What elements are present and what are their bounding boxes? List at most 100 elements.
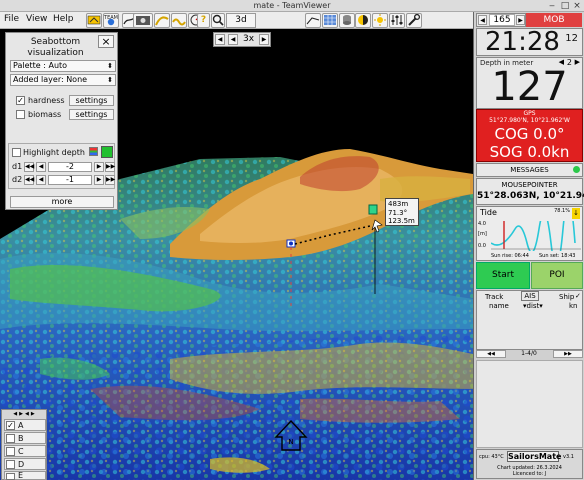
tide-percent: 78.1% [554, 208, 570, 214]
route-line-icon[interactable] [305, 13, 321, 28]
hardness-settings-button[interactable]: settings [69, 95, 114, 106]
depth-box: Depth in meter ◀ 2 ▶ 127 [476, 57, 583, 110]
brightness-icon[interactable] [372, 13, 388, 28]
highlight-depth-label: Highlight depth [23, 148, 85, 157]
layer-checkbox[interactable] [6, 473, 15, 480]
layer-checkbox[interactable] [6, 460, 15, 469]
waves-icon[interactable] [171, 13, 187, 28]
help-icon[interactable]: ? [197, 13, 210, 28]
page-next-button[interactable]: ▶ [516, 15, 525, 25]
database-icon[interactable] [339, 13, 355, 28]
d1-fast-increment-button[interactable]: ▶▶ [105, 162, 115, 172]
day-night-icon[interactable] [355, 13, 371, 28]
layer-checkbox[interactable] [6, 447, 15, 456]
d1-increment-button[interactable]: ▶ [94, 162, 104, 172]
clock-time: 21:28 [485, 27, 560, 57]
d2-label: d2 [12, 175, 23, 184]
more-button[interactable]: more [10, 196, 114, 208]
clock-box: 21:28 12 [476, 27, 583, 57]
page-number[interactable]: 165 [489, 14, 515, 26]
ais-box: Track AIS Ship ✓ name ▾dist▾ kn [476, 290, 583, 350]
ais-prev-button[interactable]: ◀◀ [476, 350, 506, 358]
messages-box[interactable]: MESSAGES [476, 163, 583, 177]
mob-button[interactable]: MOB [526, 13, 582, 27]
mousepointer-label: MOUSEPOINTER [501, 181, 558, 189]
d2-increment-button[interactable]: ▶ [94, 175, 104, 185]
menu-help[interactable]: Help [53, 14, 74, 24]
instrument-panel: ◀ 165 ▶ 21:28 12 Depth in meter ◀ 2 ▶ 12… [473, 12, 584, 480]
zoom-in-button[interactable]: ▶ [259, 34, 269, 45]
col-name[interactable]: name [489, 302, 509, 310]
highlight-depth-checkbox[interactable] [12, 148, 21, 157]
menu-view[interactable]: View [26, 14, 47, 24]
chevron-updown-icon: ⬍ [107, 76, 113, 84]
zoom-prev-button[interactable]: ◀ [215, 34, 225, 45]
biomass-checkbox[interactable] [16, 110, 25, 119]
layer-row[interactable]: ✓ A [4, 419, 46, 431]
sliders-icon[interactable] [389, 13, 405, 28]
poi-button[interactable]: POI [531, 262, 583, 289]
gps-box: GPS 51°27.980'N, 10°21.962'W COG 0.0° SO… [476, 109, 583, 162]
col-ship[interactable]: Ship [559, 293, 574, 301]
status-led-icon [573, 166, 580, 173]
checkmark-icon: ✓ [575, 292, 581, 300]
grid-icon[interactable] [322, 13, 338, 28]
added-layer-value: Added layer: None [13, 75, 88, 84]
added-layer-select[interactable]: Added layer: None ⬍ [10, 74, 116, 86]
team-icon[interactable]: TEAM [103, 13, 119, 28]
ais-button[interactable]: AIS [521, 291, 539, 301]
d1-decrement-button[interactable]: ◀ [36, 162, 46, 172]
ais-pager-label: 1-4/0 [521, 350, 537, 357]
page-prev-button[interactable]: ◀ [478, 15, 487, 25]
minimize-icon[interactable]: ‒ [547, 1, 557, 11]
hardness-checkbox[interactable]: ✓ [16, 96, 25, 105]
d1-fast-decrement-button[interactable]: ◀◀ [24, 162, 34, 172]
hardness-label: hardness [28, 96, 65, 105]
d1-value[interactable]: -2 [48, 162, 92, 172]
view-3d-button[interactable]: 3d [226, 13, 256, 28]
close-icon[interactable]: × [98, 35, 114, 48]
biomass-settings-button[interactable]: settings [69, 109, 114, 120]
palette-icon[interactable] [89, 147, 98, 156]
curve-icon[interactable] [154, 13, 170, 28]
distance-tooltip: 483m 71.3° 123.5m [385, 198, 419, 226]
clock-day: 12 [565, 33, 578, 44]
col-track[interactable]: Track [485, 293, 503, 301]
d2-decrement-button[interactable]: ◀ [36, 175, 46, 185]
layer-row[interactable]: C [4, 445, 46, 457]
layer-list-scroll[interactable]: ◀▶◀▶ [4, 411, 46, 418]
highlight-color-swatch[interactable] [101, 146, 113, 158]
team-label: TEAM [104, 15, 118, 21]
gps-label: GPS [523, 110, 536, 117]
ais-next-button[interactable]: ▶▶ [553, 350, 583, 358]
start-setting-button[interactable]: Start setting [476, 262, 530, 305]
col-kn[interactable]: kn [569, 302, 578, 310]
sunset: Sun set: 18:43 [539, 253, 576, 259]
brand-box: cpu: 43°C SailorsMate v3.1 Chart updated… [476, 449, 583, 479]
menu-file[interactable]: File [4, 14, 19, 24]
wrench-icon[interactable] [406, 13, 422, 28]
d2-fast-decrement-button[interactable]: ◀◀ [24, 175, 34, 185]
layer-label: C [18, 447, 24, 456]
layer-checkbox[interactable] [6, 434, 15, 443]
layer-checkbox[interactable]: ✓ [6, 421, 15, 430]
maximize-icon[interactable]: □ [560, 1, 570, 11]
d2-fast-increment-button[interactable]: ▶▶ [105, 175, 115, 185]
d2-value[interactable]: -1 [48, 175, 92, 185]
version: v3.1 [563, 454, 574, 460]
col-dist[interactable]: ▾dist▾ [523, 302, 543, 310]
photo-icon[interactable] [133, 13, 153, 28]
close-window-icon[interactable]: × [572, 1, 582, 11]
nav-toolbar-icon[interactable] [86, 13, 102, 28]
layer-row[interactable]: D [4, 458, 46, 470]
zoom-control: ◀ ◀ 3x ▶ [213, 32, 271, 47]
layer-row[interactable]: E [4, 471, 46, 480]
tide-axis-unit: [m] [478, 231, 487, 237]
search-icon[interactable] [211, 13, 225, 28]
tide-box: Tide 78.1% ↓ 4.0 [m] 0.0 Sun rise: 06:44… [476, 206, 583, 261]
palette-select[interactable]: Palette : Auto ⬍ [10, 60, 116, 72]
layer-row[interactable]: B [4, 432, 46, 444]
zoom-out-button[interactable]: ◀ [228, 34, 238, 45]
tide-axis-max: 4.0 [478, 221, 486, 227]
tide-arrow-icon: ↓ [572, 208, 580, 219]
